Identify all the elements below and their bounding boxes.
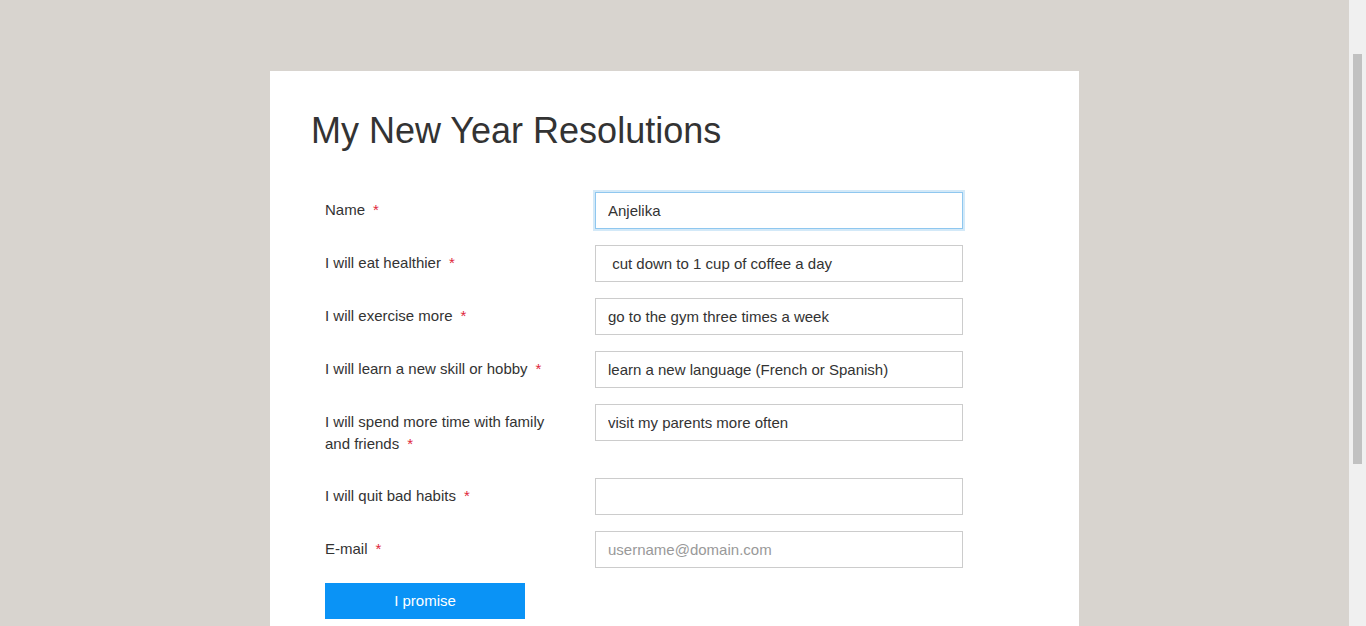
text-field[interactable] (595, 245, 963, 282)
field-label-cell: Name* (325, 192, 595, 228)
page: My New Year Resolutions Name* I will eat h… (0, 0, 1366, 626)
background-photo: My New Year Resolutions Name* I will eat h… (0, 0, 1349, 626)
required-mark: * (373, 201, 379, 218)
text-field[interactable] (595, 404, 963, 441)
field-label-cell: I will quit bad habits* (325, 478, 595, 514)
required-mark: * (461, 307, 467, 324)
field-label: I will exercise more* (325, 298, 570, 334)
required-mark: * (449, 254, 455, 271)
field-label-cell: I will spend more time with family and f… (325, 404, 595, 462)
form-row: I will exercise more* (325, 298, 1079, 335)
field-label: I will spend more time with family and f… (325, 404, 570, 462)
scrollbar[interactable] (1349, 0, 1366, 626)
field-label-cell: I will eat healthier* (325, 245, 595, 281)
field-label: I will eat healthier* (325, 245, 570, 281)
required-mark: * (407, 435, 413, 452)
form-body: Name* I will eat healthier* I will exercis… (311, 192, 1079, 619)
field-label-cell: E-mail* (325, 531, 595, 567)
required-mark: * (464, 487, 470, 504)
field-label-cell: I will learn a new skill or hobby* (325, 351, 595, 387)
form-row: Name* (325, 192, 1079, 229)
field-label: I will quit bad habits* (325, 478, 570, 514)
form-row: I will learn a new skill or hobby* (325, 351, 1079, 388)
field-label: I will learn a new skill or hobby* (325, 351, 570, 387)
form-row: E-mail* (325, 531, 1079, 568)
field-label: E-mail* (325, 531, 570, 567)
required-mark: * (536, 360, 542, 377)
form-title: My New Year Resolutions (311, 107, 1079, 155)
required-mark: * (376, 540, 382, 557)
form-card: My New Year Resolutions Name* I will eat h… (270, 71, 1079, 626)
scrollbar-thumb[interactable] (1353, 54, 1362, 464)
text-field[interactable] (595, 478, 963, 515)
field-label-cell: I will exercise more* (325, 298, 595, 334)
form-row: I will spend more time with family and f… (325, 404, 1079, 462)
text-field[interactable] (595, 192, 963, 229)
submit-button[interactable]: I promise (325, 583, 525, 619)
text-field[interactable] (595, 531, 963, 568)
form-row: I will quit bad habits* (325, 478, 1079, 515)
text-field[interactable] (595, 351, 963, 388)
field-label: Name* (325, 192, 570, 228)
text-field[interactable] (595, 298, 963, 335)
form-row: I will eat healthier* (325, 245, 1079, 282)
